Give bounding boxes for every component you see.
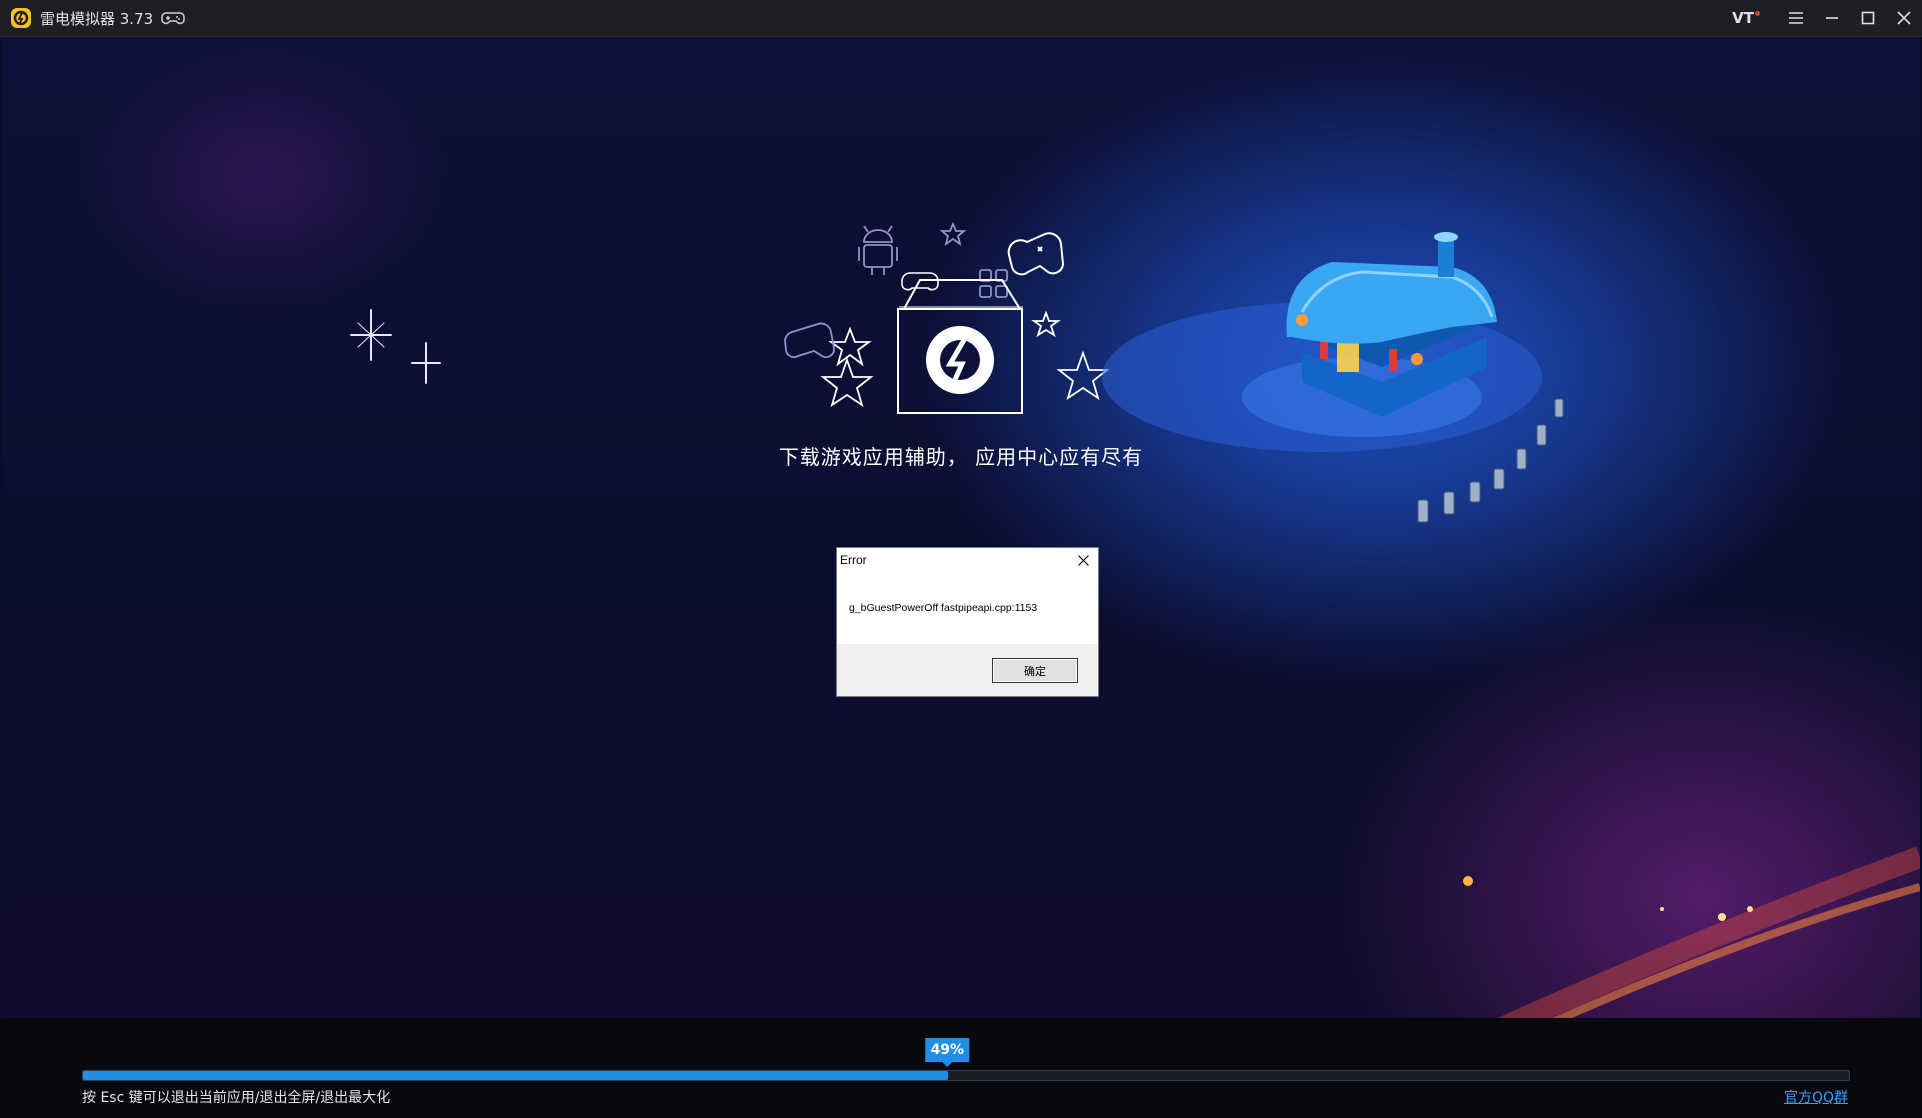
gamepad-left-icon <box>784 322 835 359</box>
progress-track <box>82 1070 1850 1081</box>
vt-badge[interactable]: VT <box>1732 9 1760 27</box>
title-bar: 雷电模拟器 3.73 VT <box>0 0 1922 37</box>
app-box-icon <box>897 279 1023 414</box>
android-icon <box>858 225 898 275</box>
dialog-footer: 确定 <box>837 644 1098 696</box>
official-qq-link[interactable]: 官方QQ群 <box>1784 1087 1848 1107</box>
splash-artwork <box>350 221 1920 1018</box>
window-title: 雷电模拟器 3.73 <box>40 9 154 28</box>
progress-fill <box>83 1071 949 1080</box>
esc-hint: 按 Esc 键可以退出当前应用/退出全屏/退出最大化 <box>82 1090 391 1106</box>
app-grid-icon <box>979 269 1008 298</box>
dialog-message: g_bGuestPowerOff fastpipeapi.cpp:1153 <box>849 602 1038 614</box>
splash-tagline: 下载游戏应用辅助， 应用中心应有尽有 <box>778 445 1144 469</box>
maximize-icon <box>1861 11 1875 25</box>
close-icon <box>1077 554 1089 566</box>
house-illustration <box>1102 232 1564 523</box>
menu-icon <box>1789 12 1803 24</box>
dialog-title: Error <box>840 553 867 567</box>
progress-label: 49% <box>925 1038 970 1067</box>
error-dialog: Error g_bGuestPowerOff fastpipeapi.cpp:1… <box>836 547 1099 697</box>
emulator-screen[interactable]: 下载游戏应用辅助， 应用中心应有尽有 Error g_bGuestPowerOf… <box>2 37 1920 1018</box>
loading-bar: 49% 按 Esc 键可以退出当前应用/退出全屏/退出最大化 官方QQ群 <box>0 1018 1922 1118</box>
vt-status-dot <box>1755 11 1760 16</box>
sparkle-icon <box>350 309 441 384</box>
window-controls: VT <box>1732 0 1922 36</box>
maximize-button[interactable] <box>1850 0 1886 36</box>
light-trail <box>1463 846 1920 1018</box>
close-button[interactable] <box>1886 0 1922 36</box>
menu-button[interactable] <box>1778 0 1814 36</box>
leidian-logo-icon <box>11 8 31 28</box>
close-icon <box>1897 11 1911 25</box>
minimize-button[interactable] <box>1814 0 1850 36</box>
ok-button[interactable]: 确定 <box>992 658 1078 683</box>
dialog-close-button[interactable] <box>1072 550 1094 570</box>
gamepad-icon[interactable] <box>161 8 185 28</box>
minimize-icon <box>1826 17 1838 19</box>
